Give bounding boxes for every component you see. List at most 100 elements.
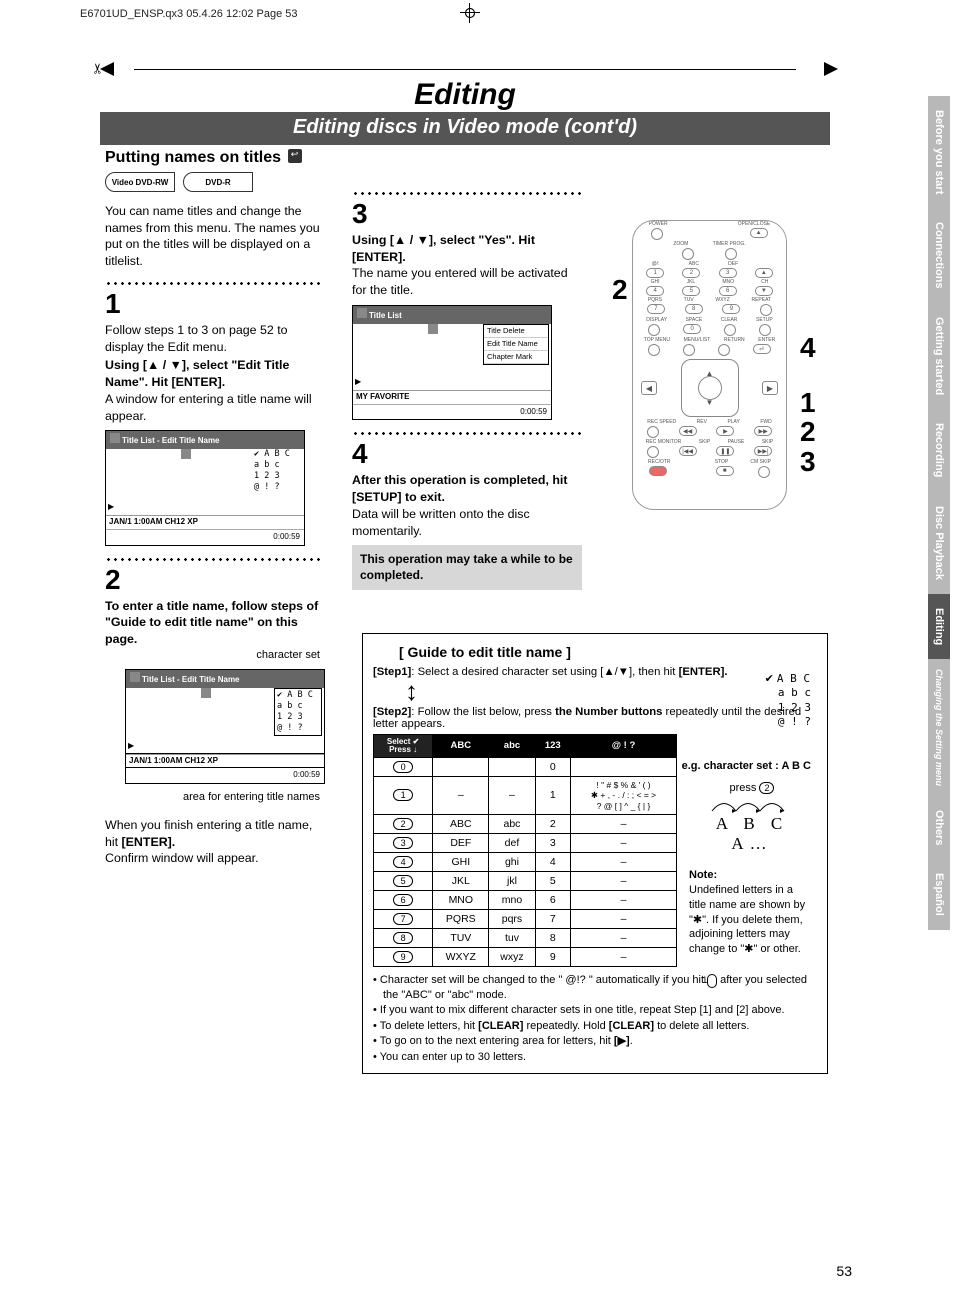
clear-button[interactable] bbox=[724, 324, 736, 336]
tv-charset-list: ✔ A B C a b c 1 2 3 @ ! ? bbox=[254, 449, 302, 493]
registration-mark-bottom bbox=[460, 0, 480, 28]
table-row: 1––1! " # $ % & ' ( ) ✱ + , - . / : ; < … bbox=[374, 776, 677, 814]
guide-charset-mini: A B C a b c 1 2 3 @ ! ? bbox=[765, 672, 811, 729]
page-subtitle: Editing discs in Video mode (cont'd) bbox=[100, 112, 830, 145]
play-button[interactable]: ▶ bbox=[716, 426, 734, 436]
menu-icon bbox=[288, 149, 302, 163]
side-tab[interactable]: Editing bbox=[928, 594, 950, 659]
enter-button[interactable]: ⏎ bbox=[753, 344, 771, 354]
tv-timecode: 0:00:59 bbox=[106, 529, 304, 545]
key-2[interactable]: 2 bbox=[682, 268, 700, 278]
side-tab[interactable]: Español bbox=[928, 859, 950, 930]
key-▼[interactable]: ▼ bbox=[755, 286, 773, 296]
rec-speed-button[interactable] bbox=[647, 426, 659, 438]
key-▲[interactable]: ▲ bbox=[755, 268, 773, 278]
key-0[interactable]: 0 bbox=[683, 324, 701, 334]
setup-button[interactable] bbox=[759, 324, 771, 336]
rec-otr-button[interactable] bbox=[649, 466, 667, 476]
table-row: 4GHIghi4– bbox=[374, 852, 677, 871]
cm-skip-button[interactable] bbox=[758, 466, 770, 478]
zoom-button[interactable] bbox=[682, 248, 694, 260]
return-button[interactable] bbox=[718, 344, 730, 356]
column-left: You can name titles and change the names… bbox=[105, 203, 320, 867]
fwd-button[interactable]: ▶▶ bbox=[754, 426, 772, 436]
nav-left[interactable]: ◀ bbox=[641, 381, 657, 395]
table-row: 8TUVtuv8– bbox=[374, 928, 677, 947]
open-close-button[interactable]: ▲ bbox=[750, 228, 768, 238]
skip-fwd-button[interactable]: ▶▶| bbox=[754, 446, 772, 456]
table-row: 3DEFdef3– bbox=[374, 833, 677, 852]
pause-button[interactable]: ❚❚ bbox=[716, 446, 734, 456]
key-7[interactable]: 7 bbox=[647, 304, 665, 314]
section-heading-text: Putting names on titles bbox=[105, 149, 281, 166]
side-tab[interactable]: Disc Playback bbox=[928, 492, 950, 594]
dotted-rule bbox=[105, 556, 320, 564]
guide-note: Note:Undefined letters in a title name a… bbox=[689, 868, 811, 957]
skip-back-button[interactable]: |◀◀ bbox=[679, 446, 697, 456]
nav-up[interactable]: ▲ bbox=[706, 369, 714, 378]
rev-button[interactable]: ◀◀ bbox=[679, 426, 697, 436]
table-head-select-press: Select ✔Press ↓ bbox=[374, 734, 433, 757]
side-tabs: Before you startConnectionsGetting start… bbox=[928, 96, 954, 930]
tv-status: JAN/1 1:00AM CH12 XP bbox=[106, 515, 304, 529]
side-tab[interactable]: Recording bbox=[928, 409, 950, 491]
guide-example-label: e.g. character set : A B C bbox=[682, 760, 811, 772]
label-character-set: character set bbox=[105, 648, 320, 663]
list-item: To delete letters, hit [CLEAR] repeatedl… bbox=[373, 1019, 817, 1034]
table-row: 5JKLjkl5– bbox=[374, 871, 677, 890]
disc-icon bbox=[110, 433, 120, 443]
step3-instruction: Using [▲ / ▼], select "Yes". Hit [ENTER]… bbox=[352, 233, 535, 264]
step2-p2: Confirm window will appear. bbox=[105, 850, 320, 867]
remote-control: POWEROPEN/CLOSE ▲ ZOOMTIMER PROG. @/:ABC… bbox=[632, 220, 787, 510]
key-9[interactable]: 9 bbox=[722, 304, 740, 314]
table-row: 2ABCabc2– bbox=[374, 814, 677, 833]
list-item: If you want to mix different character s… bbox=[373, 1003, 817, 1018]
table-head-123: 123 bbox=[535, 734, 570, 757]
display-button[interactable] bbox=[648, 324, 660, 336]
page: E6701UD_ENSP.qx3 05.4.26 12:02 Page 53 ✂… bbox=[0, 0, 954, 1315]
power-button[interactable] bbox=[651, 228, 663, 240]
step1-p2: A window for entering a title name will … bbox=[105, 391, 320, 424]
key-1[interactable]: 1 bbox=[646, 268, 664, 278]
side-tab[interactable]: Getting started bbox=[928, 303, 950, 409]
table-head-abc: abc bbox=[489, 734, 535, 757]
guide-box: [ Guide to edit title name ] [Step1]: Se… bbox=[362, 633, 828, 1074]
list-item: To go on to the next entering area for l… bbox=[373, 1034, 817, 1049]
nav-right[interactable]: ▶ bbox=[762, 381, 778, 395]
callout-number-4: 4 bbox=[800, 332, 816, 364]
press-figure: press 2 A B C A… bbox=[693, 782, 811, 854]
rec-monitor-button[interactable] bbox=[647, 446, 659, 458]
side-tab[interactable]: Others bbox=[928, 796, 950, 859]
step1-p1: Follow steps 1 to 3 on page 52 to displa… bbox=[105, 322, 320, 355]
table-head-ABC: ABC bbox=[433, 734, 489, 757]
disc-badge-dvdrw: Video DVD-RW bbox=[105, 172, 175, 192]
stop-button[interactable]: ■ bbox=[716, 466, 734, 476]
step4-instruction: After this operation is completed, hit [… bbox=[352, 473, 567, 504]
key-8[interactable]: 8 bbox=[685, 304, 703, 314]
guide-bullets: Character set will be changed to the " @… bbox=[373, 973, 817, 1065]
list-item: Character set will be changed to the " @… bbox=[373, 973, 817, 1004]
nav-pad[interactable]: ▲ ▼ ◀ ▶ bbox=[633, 363, 786, 413]
side-tab[interactable]: Connections bbox=[928, 208, 950, 303]
key-mapping-table: Select ✔Press ↓ ABC abc 123 @ ! ? 001––1… bbox=[373, 734, 677, 967]
top-menu-button[interactable] bbox=[648, 344, 660, 356]
key-5[interactable]: 5 bbox=[682, 286, 700, 296]
side-tab[interactable]: Changing the Setting menu bbox=[928, 659, 950, 796]
note-box: This operation may take a while to be co… bbox=[352, 545, 582, 589]
list-item: You can enter up to 30 letters. bbox=[373, 1050, 817, 1065]
menu-list-button[interactable] bbox=[683, 344, 695, 356]
tv-screen-title-list: Title List Title DeleteEdit Title NameCh… bbox=[352, 305, 552, 420]
key-4[interactable]: 4 bbox=[646, 286, 664, 296]
up-down-arrow-icon: ↕ bbox=[405, 684, 817, 700]
table-row: 6MNOmno6– bbox=[374, 890, 677, 909]
nav-down[interactable]: ▼ bbox=[706, 398, 714, 407]
timer-prog-button[interactable] bbox=[725, 248, 737, 260]
step2-p1: When you finish entering a title name, h… bbox=[105, 817, 320, 850]
table-row: 7PQRSpqrs7– bbox=[374, 909, 677, 928]
key-3[interactable]: 3 bbox=[719, 268, 737, 278]
side-tab[interactable]: Before you start bbox=[928, 96, 950, 208]
play-icon: ▶ bbox=[108, 502, 114, 513]
table-row: 9WXYZwxyz9– bbox=[374, 947, 677, 966]
key-6[interactable]: 6 bbox=[719, 286, 737, 296]
step-number-3: 3 bbox=[352, 200, 582, 228]
